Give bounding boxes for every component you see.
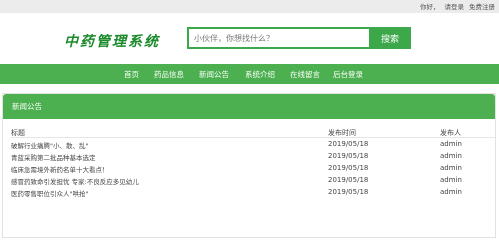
news-row-title[interactable]: 临床急需境外新药名单十大看点！ [11, 164, 109, 174]
nav-item-admin-login[interactable]: 后台登录 [333, 69, 363, 80]
header-divider [11, 137, 495, 138]
nav-item-about[interactable]: 系统介绍 [245, 69, 275, 80]
news-row-author: admin [440, 152, 462, 160]
news-row-title[interactable]: 感冒药致命引发担忧 专家:不良反应多见幼儿 [11, 176, 139, 186]
news-panel-title: 新闻公告 [3, 94, 495, 119]
news-row-title[interactable]: 医药零售职位引众人"哄抢" [11, 188, 88, 198]
search-button[interactable]: 搜索 [369, 27, 411, 49]
nav-item-home[interactable]: 首页 [124, 69, 139, 80]
search-input[interactable] [187, 27, 369, 49]
register-link[interactable]: 免费注册 [469, 3, 495, 11]
news-row-author: admin [440, 164, 462, 172]
nav-item-message[interactable]: 在线留言 [290, 69, 320, 80]
news-row-date: 2019/05/18 [328, 188, 369, 196]
news-row-date: 2019/05/18 [328, 140, 369, 148]
news-row-author: admin [440, 188, 462, 196]
top-bar: 你好， 请登录 免费注册 [0, 0, 499, 13]
news-row-date: 2019/05/18 [328, 152, 369, 160]
news-row-date: 2019/05/18 [328, 176, 369, 184]
news-row-date: 2019/05/18 [328, 164, 369, 172]
search-bar: 搜索 [187, 27, 411, 49]
greeting-text: 你好， [420, 3, 440, 11]
news-row-title[interactable]: 青蓝采购第二批品种基本选定 [11, 152, 96, 162]
login-link[interactable]: 请登录 [445, 3, 465, 11]
news-row-title[interactable]: 破解行业痛腾"小、散、乱" [11, 140, 88, 150]
site-logo[interactable]: 中药管理系统 [64, 31, 160, 51]
main-nav: 首页 药品信息 新闻公告 系统介绍 在线留言 后台登录 [0, 64, 499, 84]
news-panel: 新闻公告 标题 发布时间 发布人 破解行业痛腾"小、散、乱" 2019/05/1… [2, 93, 496, 238]
nav-item-drugs[interactable]: 药品信息 [154, 69, 184, 80]
user-links: 你好， 请登录 免费注册 [415, 1, 495, 11]
news-row-author: admin [440, 140, 462, 148]
nav-item-news[interactable]: 新闻公告 [199, 69, 229, 80]
news-row-author: admin [440, 176, 462, 184]
